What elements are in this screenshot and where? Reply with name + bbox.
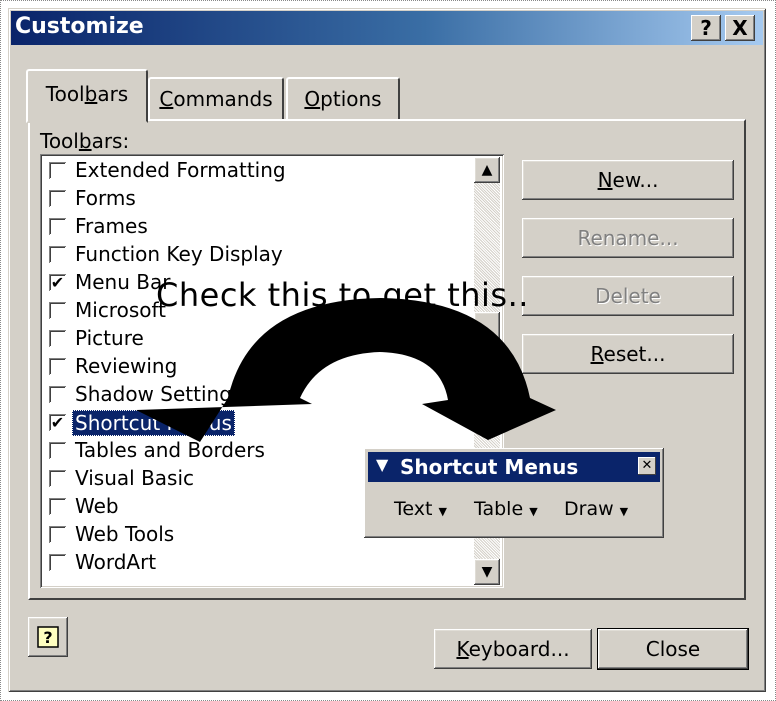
triangle-down-icon: ▼	[619, 505, 629, 518]
tab-toolbars[interactable]: Toolbars	[26, 69, 148, 123]
triangle-down-icon: ▼	[529, 505, 538, 518]
draw-menu[interactable]: Draw ▼	[564, 498, 628, 520]
annotation-text: Check this to get this..	[156, 276, 529, 314]
triangle-down-icon[interactable]: ▼	[376, 455, 388, 474]
triangle-down-icon: ▼	[438, 505, 447, 518]
shortcut-menus-title: Shortcut Menus	[400, 455, 579, 479]
text-menu-label: Text	[394, 498, 433, 520]
table-menu[interactable]: Table ▼	[474, 498, 538, 520]
tab-toolbars-label-accel: b	[84, 82, 98, 106]
close-icon[interactable]: ✕	[638, 457, 656, 475]
shortcut-menus-toolbar[interactable]: ▼ Shortcut Menus ✕ Text ▼ Table ▼ Draw ▼	[364, 448, 664, 538]
draw-menu-label: Draw	[564, 498, 614, 520]
curved-arrow-shape	[136, 298, 556, 442]
text-menu[interactable]: Text ▼	[394, 498, 447, 520]
tab-toolbars-label-pre: Tool	[45, 82, 85, 106]
shortcut-menus-titlebar[interactable]: ▼ Shortcut Menus ✕	[368, 452, 660, 482]
tab-toolbars-label-post: ars	[97, 82, 129, 106]
table-menu-label: Table	[474, 498, 524, 520]
